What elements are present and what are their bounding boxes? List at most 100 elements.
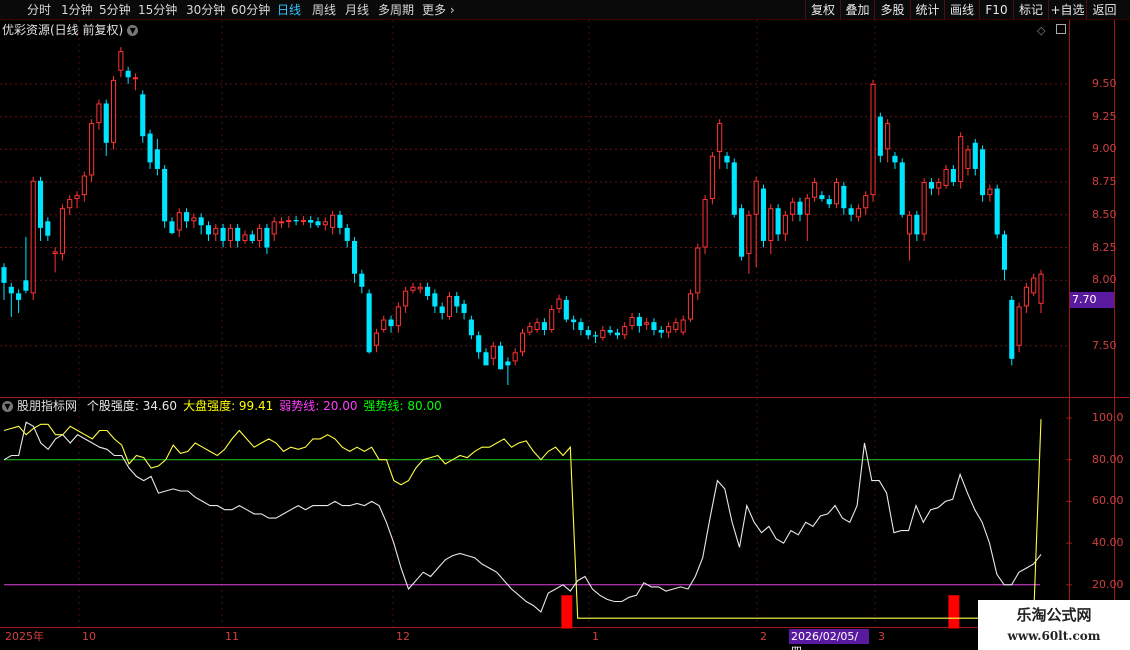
chevron-down-icon[interactable]: ▼ xyxy=(2,401,13,412)
candle-body xyxy=(797,201,803,215)
candle-body xyxy=(950,168,956,183)
price-axis-label: 8.75 xyxy=(1092,175,1117,189)
candle-body xyxy=(308,220,314,223)
candle-body xyxy=(30,180,36,294)
candle-body xyxy=(242,234,248,241)
candle-body xyxy=(804,197,810,215)
grid-lines xyxy=(0,20,1130,650)
indicator-axis-label: 40.00 xyxy=(1092,536,1124,550)
candle-body xyxy=(753,180,759,215)
candle-body xyxy=(439,306,445,313)
indicator-name: 股朋指标网 xyxy=(17,399,78,413)
candle-body xyxy=(833,182,840,205)
candle-body xyxy=(819,195,825,200)
candle-body xyxy=(702,199,708,248)
candle-body xyxy=(994,188,1000,235)
candle-body xyxy=(388,319,394,327)
candle-body xyxy=(220,227,226,241)
candle-body xyxy=(74,195,80,200)
candle-body xyxy=(315,221,321,226)
candle-body xyxy=(651,322,657,331)
candle-body xyxy=(118,51,124,71)
candle-body xyxy=(154,149,160,169)
candle-body xyxy=(140,94,146,137)
candle-body xyxy=(987,188,993,196)
candle-body xyxy=(373,332,379,346)
indicator-legend-item: 弱势线: 20.00 xyxy=(279,399,358,413)
candle-body xyxy=(59,208,65,255)
candle-body xyxy=(892,155,898,163)
candle-body xyxy=(1,267,7,283)
window-toggle-icon[interactable] xyxy=(1056,24,1066,34)
candle-body xyxy=(549,309,555,331)
candle-body xyxy=(673,322,679,331)
candle-body xyxy=(636,316,642,327)
chevron-down-icon[interactable]: ▼ xyxy=(127,25,139,36)
candle-body xyxy=(680,319,686,333)
date-tag: 2026/02/05/四 xyxy=(789,629,869,650)
candle-body xyxy=(505,361,511,366)
candle-body xyxy=(906,214,913,235)
candle-body xyxy=(512,352,518,362)
indicator-chart xyxy=(3,417,1072,629)
indicator-series-0 xyxy=(3,421,1042,613)
candle-body xyxy=(717,123,723,152)
watermark-title: 乐淘公式网 xyxy=(1016,606,1092,624)
candle-body xyxy=(739,208,745,257)
candle-body xyxy=(1009,299,1015,359)
candle-body xyxy=(658,330,664,333)
date-axis-label: 10 xyxy=(82,630,96,643)
candle-body xyxy=(790,201,796,215)
candle-body xyxy=(446,295,453,317)
candle-body xyxy=(381,319,387,331)
candle-body xyxy=(600,330,606,338)
candle-body xyxy=(257,227,263,241)
candle-body xyxy=(709,155,715,200)
candle-body xyxy=(37,180,44,228)
date-axis-label: 2 xyxy=(760,630,767,643)
indicator-series-1 xyxy=(3,419,1042,619)
candle-body xyxy=(227,227,233,241)
candle-body xyxy=(644,322,650,325)
candle-body xyxy=(52,251,58,255)
candle-body xyxy=(89,123,95,176)
candle-body xyxy=(914,214,920,235)
signal-bar xyxy=(561,595,573,629)
stock-title: 优彩资源(日线 前复权) ▼ xyxy=(2,21,142,39)
candle-body xyxy=(176,212,182,231)
candle-body xyxy=(213,227,219,235)
candle-body xyxy=(885,123,891,150)
candle-body xyxy=(103,103,109,143)
candle-body xyxy=(841,185,847,209)
price-axis-label: 7.50 xyxy=(1092,338,1117,352)
candle-body xyxy=(278,221,285,224)
candle-body xyxy=(768,208,774,241)
candle-body xyxy=(746,214,752,255)
candle-body xyxy=(147,133,153,163)
candle-body xyxy=(541,322,547,331)
candle-body xyxy=(943,168,949,186)
price-axis-label: 8.50 xyxy=(1092,207,1117,221)
chart-area xyxy=(0,20,1130,650)
date-axis-label: 12 xyxy=(396,630,410,643)
diamond-icon[interactable]: ◇ xyxy=(1037,24,1045,37)
candle-body xyxy=(607,330,613,333)
candle-body xyxy=(300,220,306,223)
candle-body xyxy=(337,214,343,228)
candle-body xyxy=(855,208,861,218)
candle-body xyxy=(760,188,767,241)
candle-body xyxy=(403,290,409,307)
candle-body xyxy=(1023,286,1029,307)
candle-body xyxy=(264,227,270,248)
candle-body xyxy=(67,199,73,209)
candle-body xyxy=(731,162,737,215)
candle-body xyxy=(782,214,788,235)
candle-body xyxy=(359,273,365,287)
candle-body xyxy=(330,214,336,228)
candle-body xyxy=(899,162,905,215)
candle-body xyxy=(826,199,832,205)
indicator-axis-label: 80.00 xyxy=(1092,452,1124,466)
candle-body xyxy=(775,208,781,235)
price-axis-label: 9.00 xyxy=(1092,142,1117,156)
candle-body xyxy=(351,240,358,274)
